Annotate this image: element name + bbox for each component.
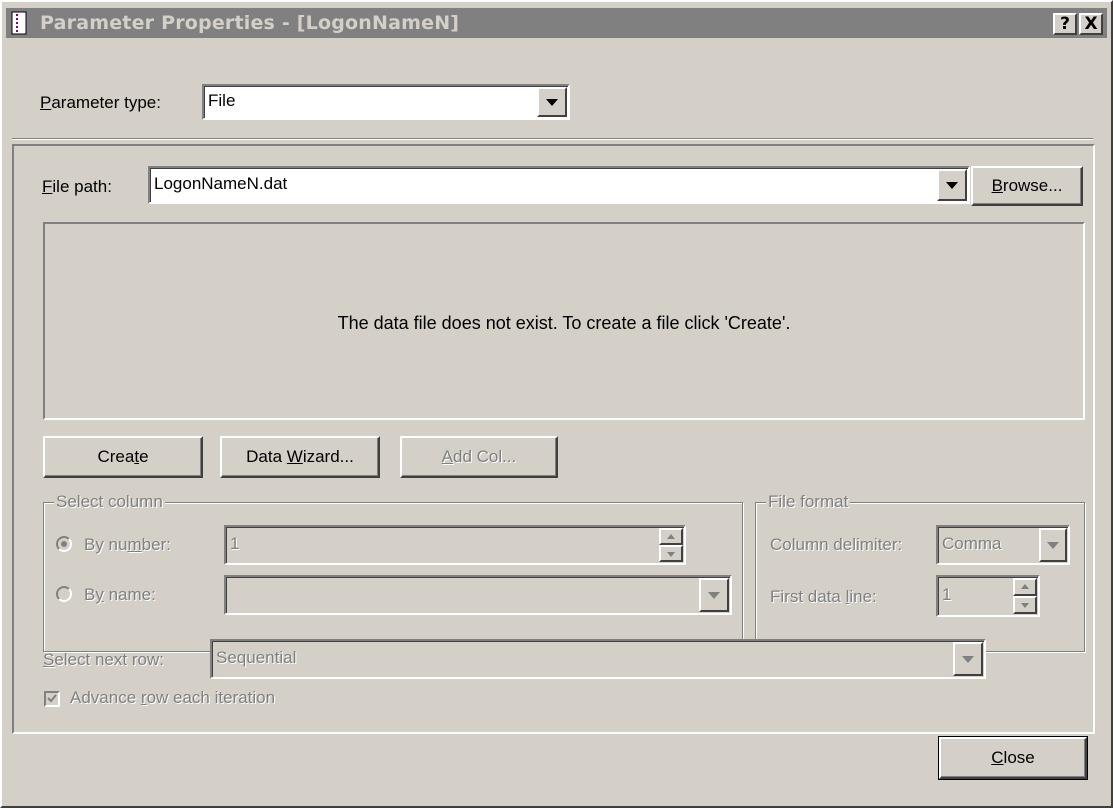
file-path-label: File path:	[42, 177, 112, 196]
first-data-line-stepper[interactable]: 1	[936, 575, 1040, 617]
by-number-label: By number:	[84, 535, 171, 554]
close-button[interactable]: Close	[938, 736, 1088, 780]
chevron-down-icon	[708, 592, 720, 599]
chevron-down-icon	[946, 182, 958, 189]
radio-selected-dot	[61, 541, 67, 547]
by-name-radio[interactable]	[56, 586, 72, 602]
file-format-group: File format Column delimiter: Comma Firs…	[755, 491, 1085, 652]
chevron-down-icon	[1021, 603, 1029, 608]
spin-up-button[interactable]	[1013, 578, 1037, 596]
column-name-select[interactable]	[224, 575, 732, 615]
file-path-value: LogonNameN.dat	[154, 174, 288, 193]
spin-down-button[interactable]	[659, 545, 683, 562]
by-name-label: By name:	[84, 585, 156, 604]
no-data-file-message: The data file does not exist. To create …	[337, 313, 791, 333]
select-column-group: Select column By number: 1 By name:	[43, 491, 743, 652]
data-wizard-button[interactable]: Data Wizard...	[220, 436, 380, 478]
chevron-down-icon	[1047, 542, 1059, 549]
parameter-type-value: File	[208, 91, 236, 110]
advance-row-checkbox[interactable]	[44, 691, 60, 707]
column-delimiter-dropdown-button[interactable]	[1039, 528, 1067, 562]
select-next-row-select[interactable]: Sequential	[210, 639, 986, 679]
first-data-line-value: 1	[942, 585, 952, 604]
column-delimiter-select[interactable]: Comma	[936, 525, 1070, 565]
chevron-up-icon	[1021, 584, 1029, 589]
spin-down-button[interactable]	[1013, 596, 1037, 614]
chevron-down-icon	[667, 551, 675, 557]
dialog-window: Parameter Properties - [LogonNameN] ? X …	[0, 0, 1113, 808]
title-bar[interactable]: Parameter Properties - [LogonNameN] ? X	[6, 8, 1107, 38]
advance-row-label: Advance row each iteration	[70, 688, 276, 707]
spin-up-button[interactable]	[659, 528, 683, 545]
column-number-stepper[interactable]: 1	[224, 525, 686, 565]
file-path-dropdown-button[interactable]	[937, 169, 967, 201]
column-name-dropdown-button[interactable]	[699, 578, 729, 612]
help-button[interactable]: ?	[1053, 13, 1077, 35]
parameter-type-select[interactable]: File	[202, 84, 570, 120]
select-next-row-value: Sequential	[216, 648, 297, 667]
by-number-radio[interactable]	[56, 536, 72, 552]
chevron-down-icon	[962, 656, 974, 663]
file-format-title: File format	[766, 491, 851, 513]
checkmark-icon	[47, 694, 57, 703]
parameter-type-dropdown-button[interactable]	[537, 87, 567, 117]
column-delimiter-label: Column delimiter:	[770, 535, 903, 554]
file-path-combobox[interactable]: LogonNameN.dat	[148, 166, 970, 204]
parameter-icon	[11, 11, 27, 35]
browse-button[interactable]: Browse...	[971, 166, 1083, 206]
chevron-up-icon	[667, 533, 675, 539]
create-button[interactable]: Create	[43, 436, 203, 478]
column-number-value: 1	[230, 534, 240, 553]
separator	[12, 138, 1093, 140]
first-data-line-label: First data line:	[770, 587, 877, 606]
file-parameter-panel: File path: LogonNameN.dat Browse... The …	[12, 144, 1095, 734]
select-column-title: Select column	[54, 491, 165, 513]
data-preview-area: The data file does not exist. To create …	[43, 222, 1085, 420]
chevron-down-icon	[546, 99, 558, 106]
window-title: Parameter Properties - [LogonNameN]	[40, 12, 460, 34]
window-close-button[interactable]: X	[1079, 13, 1103, 35]
select-next-row-dropdown-button[interactable]	[953, 642, 983, 676]
parameter-type-label: Parameter type:	[40, 93, 161, 112]
select-next-row-label: Select next row:	[43, 650, 164, 669]
column-delimiter-value: Comma	[942, 534, 1002, 553]
add-column-button[interactable]: Add Col...	[400, 436, 558, 478]
